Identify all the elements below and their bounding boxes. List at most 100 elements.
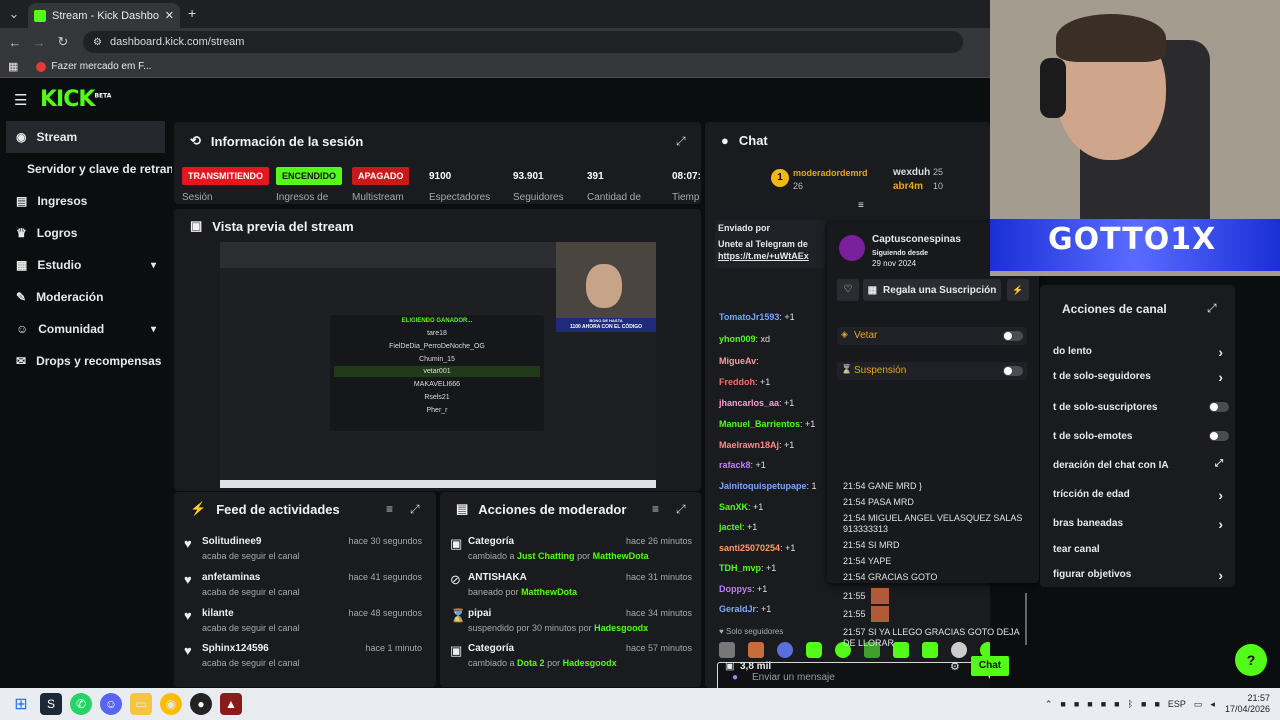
back-icon[interactable]: ← [3, 30, 27, 54]
steam-icon[interactable]: S [40, 693, 62, 715]
chat-username[interactable]: SanXK [719, 502, 748, 512]
volume-icon[interactable]: ◂ [1210, 699, 1215, 710]
apps-grid-icon[interactable]: ▦ [8, 60, 18, 73]
tray-app-icon[interactable]: ■ [1141, 699, 1146, 709]
bluetooth-icon[interactable]: ᛒ [1128, 699, 1133, 709]
sidebar-item-server-key[interactable]: Servidor y clave de retransm [0, 153, 172, 185]
popout-icon[interactable]: ⤢ [676, 134, 686, 149]
app-icon[interactable]: ▲ [220, 693, 242, 715]
chat-username[interactable]: yhon009 [719, 334, 756, 344]
clock[interactable]: 21:57 17/04/2026 [1225, 693, 1270, 715]
history-scrollbar[interactable] [1025, 593, 1027, 645]
pinned-message[interactable]: Enviado por Unete al Telegram de https:/… [715, 220, 825, 268]
chevron-down-icon[interactable]: ▾ [151, 324, 156, 335]
reload-icon[interactable]: ↻ [51, 30, 75, 54]
kick-logo[interactable]: KICKBETA [40, 87, 111, 112]
browser-tab[interactable]: Stream - Kick Dashboard ✕ [28, 3, 180, 28]
file-explorer-icon[interactable]: ▭ [130, 693, 152, 715]
chevron-right-icon[interactable]: › [1218, 487, 1223, 503]
chat-username[interactable]: Manuel_Barrientos [719, 419, 800, 429]
detail-target[interactable]: Just Chatting [517, 551, 575, 561]
chat-username[interactable]: MigueAv [719, 356, 756, 366]
network-icon[interactable]: ▭ [1194, 699, 1203, 710]
site-info-icon[interactable]: ⚙ [93, 37, 102, 48]
veto-toggle[interactable] [1003, 331, 1023, 341]
channel-action-toggle[interactable] [1209, 431, 1229, 441]
windows-start-icon[interactable]: ⊞ [10, 693, 32, 715]
tray-app-icon[interactable]: ■ [1087, 699, 1092, 709]
new-tab-icon[interactable]: + [188, 5, 196, 21]
chat-settings-icon[interactable]: ⚙ [950, 660, 960, 673]
tray-app-icon[interactable]: ■ [1154, 699, 1159, 709]
chat-username[interactable]: Doppys [719, 584, 752, 594]
obs-icon[interactable]: ● [190, 693, 212, 715]
detail-moderator[interactable]: Hadesgoodx [594, 623, 648, 633]
sidebar-item-drops[interactable]: ✉ Drops y recompensas [0, 345, 170, 377]
tray-app-icon[interactable]: ■ [1060, 699, 1065, 709]
feed-user[interactable]: Sphinx124596 [202, 643, 269, 654]
url-field[interactable]: ⚙ dashboard.kick.com/stream [83, 31, 963, 53]
chat-username[interactable]: Freddoh [719, 377, 755, 387]
channel-action-item[interactable]: tear canal [1053, 544, 1223, 564]
suspend-toggle[interactable] [1003, 366, 1023, 376]
chevron-right-icon[interactable]: › [1218, 516, 1223, 532]
bookmark-item[interactable]: Fazer mercado em F... [36, 61, 151, 72]
discord-icon[interactable]: ☺ [100, 693, 122, 715]
sidebar-item-stream[interactable]: ◉ Stream [6, 121, 165, 153]
follow-heart-button[interactable]: ♡ [837, 279, 859, 301]
chat-username[interactable]: TomatoJr1593 [719, 312, 779, 322]
sidebar-item-moderation[interactable]: ✎ Moderación [0, 281, 170, 313]
chat-username[interactable]: TDH_mvp [719, 563, 761, 573]
channel-action-item[interactable]: figurar objetivos › [1053, 567, 1223, 589]
tray-app-icon[interactable]: ■ [1101, 699, 1106, 709]
chat-username[interactable]: jhancarlos_aa [719, 398, 779, 408]
detail-moderator[interactable]: MatthewDota [593, 551, 649, 561]
feed-user[interactable]: Solitudinee9 [202, 536, 261, 547]
channel-action-item[interactable]: deración del chat con IA ⤢ [1053, 458, 1223, 480]
send-chat-button[interactable]: Chat [971, 656, 1009, 676]
chevron-right-icon[interactable]: › [1218, 567, 1223, 583]
external-link-icon[interactable]: ⤢ [1215, 458, 1223, 469]
chevron-right-icon[interactable]: › [1218, 369, 1223, 385]
filter-icon[interactable]: ≡ [386, 502, 393, 516]
whatsapp-icon[interactable]: ✆ [70, 693, 92, 715]
chat-username[interactable]: santi25070254 [719, 543, 780, 553]
sidebar-item-community[interactable]: ☺ Comunidad ▾ [0, 313, 170, 345]
chat-username[interactable]: GeraldJr [719, 604, 756, 614]
channel-action-toggle[interactable] [1209, 402, 1229, 412]
more-options-button[interactable]: ⚡ [1007, 279, 1029, 301]
detail-moderator[interactable]: MatthewDota [521, 587, 577, 597]
sidebar-item-studio[interactable]: ▦ Estudio ▾ [0, 249, 170, 281]
chat-username[interactable]: Maelrawn18Aj [719, 440, 779, 450]
chat-username[interactable]: rafack8 [719, 460, 751, 470]
channel-action-item[interactable]: t de solo-suscriptores [1053, 402, 1229, 422]
top-user-name[interactable]: wexduh [893, 167, 930, 178]
feed-user[interactable]: kilante [202, 608, 234, 619]
user-card-name[interactable]: Captusconespinas [872, 234, 961, 245]
pinned-link[interactable]: https://t.me/+uWtAEx [718, 251, 822, 261]
channel-action-item[interactable]: bras baneadas › [1053, 516, 1223, 538]
chat-username[interactable]: jactel [719, 522, 742, 532]
chrome-icon[interactable]: ◉ [160, 693, 182, 715]
channel-action-item[interactable]: t de solo-seguidores › [1053, 369, 1223, 391]
top-user-name[interactable]: abr4m [893, 181, 923, 192]
detail-moderator[interactable]: Hadesgoodx [563, 658, 617, 668]
tray-expand-icon[interactable]: ⌃ [1045, 699, 1053, 710]
close-tab-icon[interactable]: ✕ [165, 9, 174, 22]
filter-icon[interactable]: ≡ [652, 502, 659, 516]
tray-app-icon[interactable]: ■ [1114, 699, 1119, 709]
stream-video[interactable]: ELIGIENDO GANADOR... tare18 FielDeDia_Pe… [220, 242, 656, 488]
channel-action-item[interactable]: t de solo-emotes [1053, 431, 1229, 451]
popout-icon[interactable]: ⤢ [1207, 301, 1217, 316]
popout-icon[interactable]: ⤢ [410, 502, 420, 517]
feed-user[interactable]: anfetaminas [202, 572, 260, 583]
tab-search-icon[interactable]: ⌄ [2, 2, 26, 26]
hamburger-menu-icon[interactable]: ☰ [14, 91, 27, 109]
chat-username[interactable]: Jainitoquispetupape [719, 481, 807, 491]
sidebar-item-income[interactable]: ▤ Ingresos [0, 185, 170, 217]
sidebar-item-achievements[interactable]: ♛ Logros [0, 217, 170, 249]
pinned-toggle-icon[interactable]: ≡ [858, 200, 864, 211]
language-indicator[interactable]: ESP [1168, 699, 1186, 709]
chevron-right-icon[interactable]: › [1218, 344, 1223, 360]
detail-target[interactable]: Dota 2 [517, 658, 545, 668]
